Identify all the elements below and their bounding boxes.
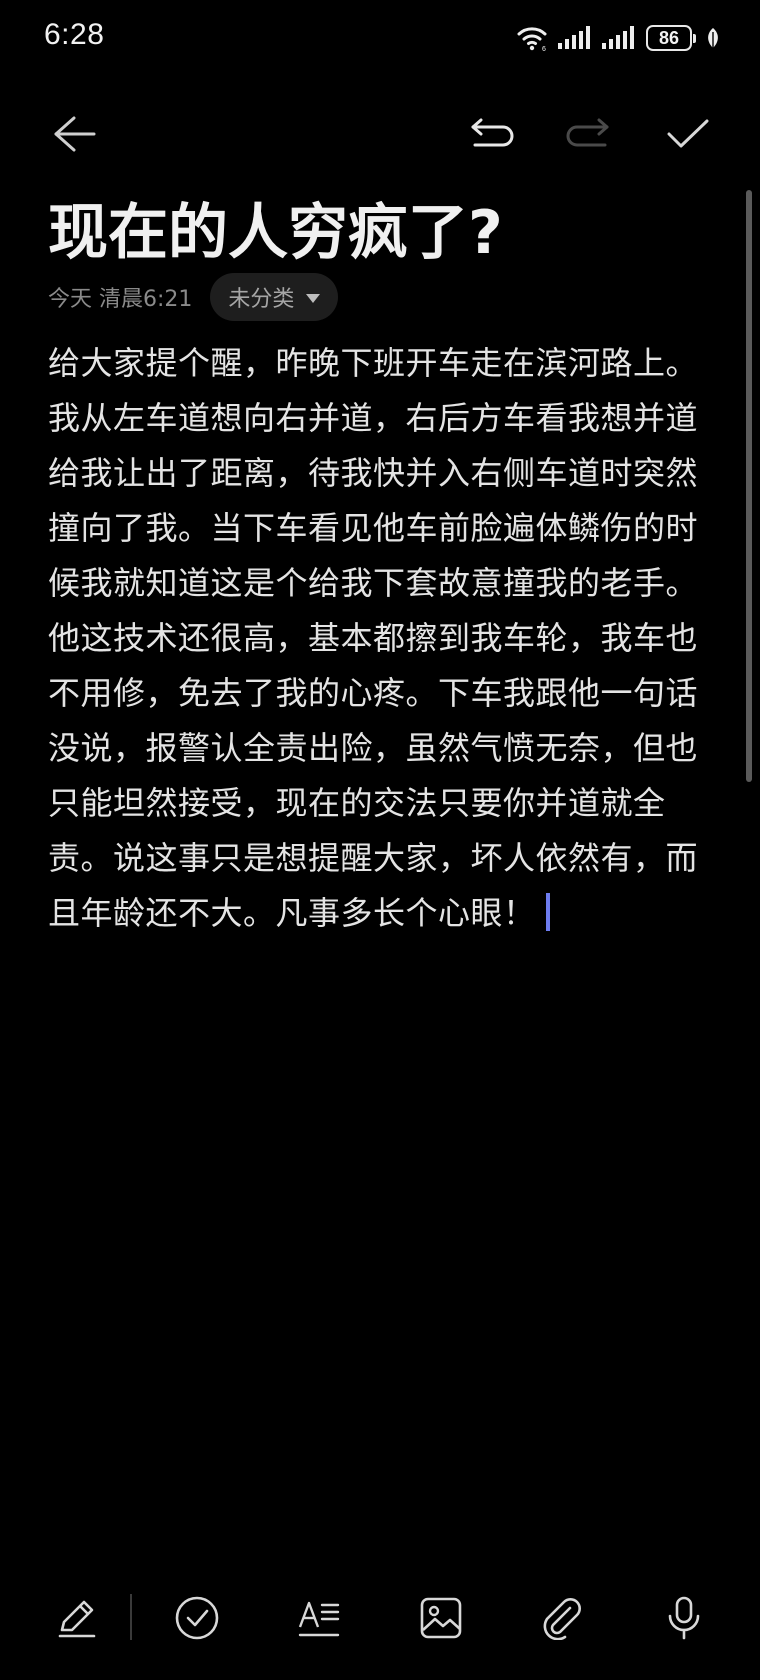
redo-button[interactable] — [560, 106, 616, 162]
undo-icon — [469, 117, 515, 151]
text-format-icon — [296, 1597, 342, 1639]
status-icons: 6 86 — [516, 22, 720, 54]
check-icon — [666, 117, 710, 151]
note-line: 撞向了我。当下车看见他车前脸遍体鳞伤的时 — [48, 509, 699, 547]
note-line: 我从左车道想向右并道，右后方车看我想并道 — [48, 399, 699, 437]
note-meta: 今天 清晨6:21 未分类 — [48, 272, 339, 322]
status-time: 6:28 — [44, 18, 105, 51]
attachment-icon — [540, 1596, 584, 1640]
note-line: 责。说这事只是想提醒大家，坏人依然有，而 — [48, 839, 699, 877]
note-line: 他这技术还很高，基本都擦到我车轮，我车也 — [48, 619, 699, 657]
checklist-icon — [174, 1595, 220, 1641]
editor-toolbar — [0, 96, 760, 172]
text-format-button[interactable] — [289, 1588, 349, 1648]
svg-text:6: 6 — [542, 46, 546, 51]
microphone-icon — [664, 1595, 704, 1641]
note-line: 不用修，免去了我的心疼。下车我跟他一句话 — [48, 674, 699, 712]
insert-image-button[interactable] — [411, 1588, 471, 1648]
toolbar-divider — [130, 1594, 132, 1640]
image-icon — [419, 1596, 463, 1640]
signal-icon — [602, 25, 636, 51]
note-line: 候我就知道这是个给我下套故意撞我的老手。 — [48, 564, 699, 602]
note-line: 没说，报警认全责出险，虽然气愤无奈，但也 — [48, 729, 699, 767]
undo-button[interactable] — [464, 106, 520, 162]
wifi-icon: 6 — [516, 25, 548, 51]
note-line: 且年龄还不大。凡事多长个心眼！ — [48, 894, 536, 932]
dropdown-arrow-icon — [306, 294, 321, 303]
note-line-last: 且年龄还不大。凡事多长个心眼！ — [48, 886, 712, 941]
text-cursor — [545, 893, 550, 931]
category-label: 未分类 — [228, 287, 295, 312]
scrollbar[interactable] — [746, 190, 752, 782]
note-line: 给我让出了距离，待我快并入右侧车道时突然 — [48, 454, 699, 492]
note-line: 给大家提个醒，昨晚下班开车走在滨河路上。 — [48, 344, 699, 382]
category-dropdown[interactable]: 未分类 — [210, 273, 339, 321]
note-body[interactable]: 给大家提个醒，昨晚下班开车走在滨河路上。 我从左车道想向右并道，右后方车看我想并… — [48, 336, 712, 941]
handwriting-button[interactable] — [46, 1588, 106, 1648]
back-arrow-icon — [52, 114, 96, 154]
pen-icon — [54, 1596, 98, 1640]
note-title[interactable]: 现在的人穷疯了? — [48, 184, 503, 271]
voice-input-button[interactable] — [654, 1588, 714, 1648]
signal-icon — [558, 25, 592, 51]
note-date: 今天 清晨6:21 — [48, 287, 193, 312]
attachment-button[interactable] — [532, 1588, 592, 1648]
leaf-icon — [706, 26, 720, 50]
redo-icon — [565, 117, 611, 151]
note-line: 只能坦然接受，现在的交法只要你并道就全 — [48, 784, 666, 822]
done-button[interactable] — [660, 106, 716, 162]
status-bar: 6:28 6 86 — [0, 0, 760, 76]
back-button[interactable] — [46, 106, 102, 162]
battery-icon: 86 — [646, 25, 696, 51]
bottom-toolbar — [0, 1580, 760, 1652]
checklist-button[interactable] — [167, 1588, 227, 1648]
